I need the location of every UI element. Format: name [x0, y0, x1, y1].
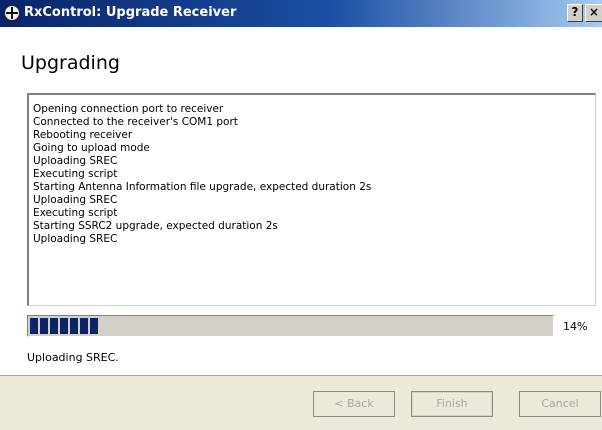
close-button[interactable]: × — [585, 4, 602, 22]
log-line: Executing script — [33, 168, 118, 180]
log-line: Uploading SREC — [33, 194, 118, 206]
footer-divider — [0, 375, 602, 376]
cancel-button[interactable]: Cancel — [519, 391, 601, 417]
progress-fill — [30, 318, 98, 334]
log-line: Rebooting receiver — [33, 129, 133, 141]
progress-block — [40, 318, 48, 334]
help-button[interactable]: ? — [567, 4, 583, 22]
log-line: Executing script — [33, 207, 118, 219]
progress-block — [50, 318, 58, 334]
log-output[interactable]: Opening connection port to receiver Conn… — [27, 93, 596, 306]
progress-block — [80, 318, 88, 334]
window-title: RxControl: Upgrade Receiver — [24, 5, 237, 20]
log-line: Going to upload mode — [33, 142, 150, 154]
progress-block — [30, 318, 38, 334]
back-button[interactable]: < Back — [313, 391, 395, 417]
button-bar — [0, 375, 602, 430]
progress-block — [60, 318, 68, 334]
log-line: Connected to the receiver's COM1 port — [33, 116, 238, 128]
progress-block — [70, 318, 78, 334]
log-list: Opening connection port to receiver Conn… — [29, 95, 595, 246]
log-line: Uploading SREC — [33, 155, 118, 167]
log-line: Uploading SREC — [33, 233, 118, 245]
log-line: Starting SSRC2 upgrade, expected duratio… — [33, 220, 278, 232]
title-bar: RxControl: Upgrade Receiver ? × — [0, 0, 602, 27]
progress-percent: 14% — [563, 320, 588, 333]
app-icon — [4, 5, 20, 21]
status-text: Uploading SREC. — [27, 351, 119, 364]
log-line: Starting Antenna Information file upgrad… — [33, 181, 372, 193]
log-line: Opening connection port to receiver — [33, 103, 224, 115]
finish-button[interactable]: Finish — [411, 391, 493, 417]
progress-block — [90, 318, 98, 334]
progress-bar — [27, 315, 554, 337]
page-title: Upgrading — [21, 52, 120, 74]
